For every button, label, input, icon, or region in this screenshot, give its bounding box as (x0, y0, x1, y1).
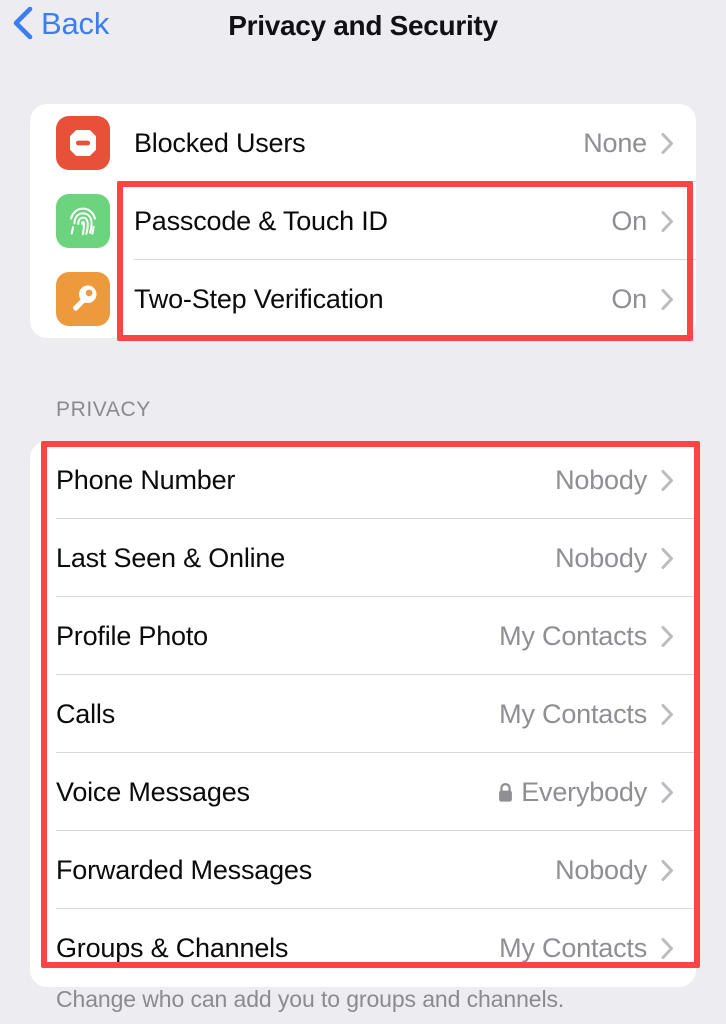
row-label: Two-Step Verification (134, 283, 384, 314)
row-value: None (583, 127, 647, 158)
row-value: My Contacts (499, 932, 647, 963)
row-value-group: Nobody (555, 543, 676, 574)
row-value: Nobody (555, 542, 647, 573)
row-value-group: On (611, 206, 676, 237)
row-calls[interactable]: Calls My Contacts (30, 675, 696, 753)
chevron-right-icon (661, 288, 673, 310)
row-blocked-users[interactable]: Blocked Users None (30, 104, 696, 182)
row-value-group: My Contacts (499, 621, 676, 652)
row-two-step-verification[interactable]: Two-Step Verification On (30, 260, 696, 338)
row-label: Blocked Users (134, 127, 306, 158)
row-value-group: On (611, 284, 676, 315)
row-label: Phone Number (56, 464, 236, 495)
block-user-icon (56, 116, 110, 170)
row-groups-channels[interactable]: Groups & Channels My Contacts (30, 909, 696, 987)
row-value-with-lock: Everybody (497, 777, 647, 808)
lock-icon (499, 782, 513, 802)
privacy-settings-card: Phone Number Nobody Last Seen & Online N… (30, 441, 696, 987)
row-label: Groups & Channels (56, 932, 289, 963)
row-label: Voice Messages (56, 776, 250, 807)
row-label: Last Seen & Online (56, 542, 286, 573)
chevron-right-icon (661, 703, 673, 725)
row-value-group: Everybody (497, 777, 676, 808)
chevron-right-icon (661, 625, 673, 647)
row-profile-photo[interactable]: Profile Photo My Contacts (30, 597, 696, 675)
row-value-group: Nobody (555, 855, 676, 886)
chevron-right-icon (661, 781, 673, 803)
chevron-right-icon (661, 132, 673, 154)
row-label: Calls (56, 698, 116, 729)
row-value-group: My Contacts (499, 699, 676, 730)
row-value: My Contacts (499, 620, 647, 651)
security-settings-card: Blocked Users None Passcode & Touch ID O… (30, 104, 696, 338)
row-value: Nobody (555, 464, 647, 495)
page-title: Privacy and Security (228, 10, 498, 41)
row-value-group: My Contacts (499, 933, 676, 964)
privacy-section-footer: Change who can add you to groups and cha… (56, 986, 565, 1012)
row-voice-messages[interactable]: Voice Messages Everybody (30, 753, 696, 831)
row-passcode-touch-id[interactable]: Passcode & Touch ID On (30, 182, 696, 260)
chevron-right-icon (661, 547, 673, 569)
row-forwarded-messages[interactable]: Forwarded Messages Nobody (30, 831, 696, 909)
row-value: Everybody (521, 776, 647, 807)
row-label: Profile Photo (56, 620, 208, 651)
chevron-right-icon (661, 469, 673, 491)
fingerprint-icon (56, 194, 110, 248)
key-icon (56, 272, 110, 326)
privacy-and-security-screen: Back Privacy and Security Blocked Users … (0, 0, 726, 1024)
privacy-section-header: PRIVACY (56, 398, 151, 421)
row-phone-number[interactable]: Phone Number Nobody (30, 441, 696, 519)
row-value-group: None (583, 128, 676, 159)
row-value: Nobody (555, 854, 647, 885)
row-last-seen-online[interactable]: Last Seen & Online Nobody (30, 519, 696, 597)
chevron-right-icon (661, 937, 673, 959)
chevron-right-icon (661, 210, 673, 232)
navigation-bar: Back Privacy and Security (0, 0, 726, 88)
row-label: Passcode & Touch ID (134, 205, 388, 236)
chevron-right-icon (661, 859, 673, 881)
row-value: On (611, 283, 647, 314)
row-label: Forwarded Messages (56, 854, 313, 885)
row-value-group: Nobody (555, 465, 676, 496)
row-value: My Contacts (499, 698, 647, 729)
row-value: On (611, 205, 647, 236)
